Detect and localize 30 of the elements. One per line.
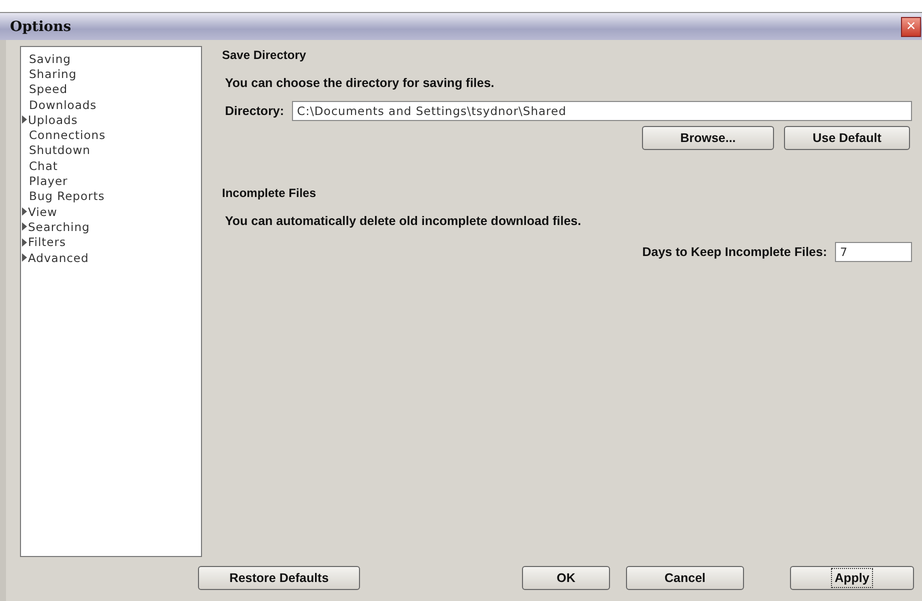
directory-field[interactable]: C:\Documents and Settings\tsydnor\Shared — [292, 101, 912, 121]
days-field[interactable]: 7 — [835, 242, 912, 262]
section-description: You can automatically delete old incomplete download files. — [225, 214, 582, 228]
dialog-button[interactable]: Apply — [790, 566, 914, 590]
directory-button[interactable]: Use Default — [784, 126, 910, 150]
section-heading: Save Directory — [222, 48, 308, 62]
window-title: Options — [10, 18, 72, 34]
tree-item[interactable]: Speed — [29, 82, 68, 96]
tree-item[interactable]: Bug Reports — [29, 189, 105, 204]
tree-item[interactable]: Downloads — [29, 98, 97, 112]
tree-item[interactable]: Advanced — [28, 250, 89, 264]
tree-item[interactable]: View — [28, 204, 58, 219]
tree-item[interactable]: Uploads — [28, 112, 78, 127]
tree-item[interactable]: Sharing — [29, 66, 77, 81]
tree-item[interactable]: Chat — [29, 158, 58, 173]
section-heading: Incomplete Files — [222, 186, 318, 200]
section-description: You can choose the directory for saving files. — [225, 76, 496, 90]
expand-arrow-icon[interactable] — [22, 115, 27, 124]
directory-button[interactable]: Browse... — [642, 126, 774, 150]
tree-item[interactable]: Filters — [28, 235, 66, 250]
tree-item[interactable]: Player — [29, 174, 68, 188]
tree-item[interactable]: Shutdown — [29, 143, 90, 158]
dialog-button[interactable]: Cancel — [626, 566, 744, 590]
restore-defaults-button[interactable]: Restore Defaults — [198, 566, 360, 590]
dialog-button[interactable]: OK — [522, 566, 610, 590]
tree-item[interactable]: Saving — [29, 52, 71, 66]
directory-label: Directory: — [225, 104, 284, 118]
tree-item[interactable]: Searching — [28, 220, 90, 234]
days-label: Days to Keep Incomplete Files: — [642, 245, 827, 259]
tree-item[interactable]: Connections — [29, 128, 106, 142]
